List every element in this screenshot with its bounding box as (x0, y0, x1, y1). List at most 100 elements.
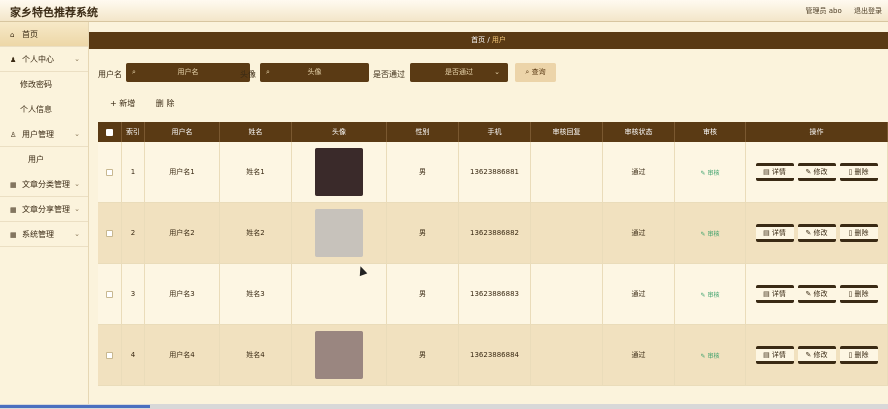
breadcrumb-home[interactable]: 首页 (471, 36, 485, 44)
edit-button[interactable]: ✎ 修改 (797, 346, 836, 364)
col-gender: 性别 (387, 122, 459, 142)
breadcrumb-current: 用户 (491, 36, 506, 44)
sidebar-item-users[interactable]: 用户 (0, 147, 88, 172)
sidebar-item-article-share[interactable]: ▦ 文章分享管理 ⌄ (0, 197, 88, 222)
cell-ops: ▤ 详情 ✎ 修改 ▯ 删除 (746, 203, 888, 263)
col-avatar: 头像 (292, 122, 387, 142)
cell-username: 用户名2 (145, 203, 220, 263)
home-icon: ⌂ (10, 31, 15, 39)
row-select-cell (98, 264, 122, 324)
chevron-down-icon: ⌄ (74, 130, 80, 138)
cell-phone: 13623886884 (459, 325, 531, 385)
approved-select[interactable]: 是否通过 ⌄ (410, 63, 508, 82)
chevron-down-icon: ⌄ (74, 180, 80, 188)
cell-avatar (292, 325, 387, 385)
cell-ops: ▤ 详情 ✎ 修改 ▯ 删除 (746, 264, 888, 324)
cell-username: 用户名1 (145, 142, 220, 202)
scrollbar-thumb[interactable] (0, 405, 150, 408)
cell-status: 通过 (603, 142, 675, 202)
row-select-cell (98, 203, 122, 263)
detail-button[interactable]: ▤ 详情 (755, 224, 794, 242)
audit-link[interactable]: ✎ 审核 (701, 168, 720, 177)
username-input[interactable]: ⌕ 用户名 (126, 63, 250, 82)
sidebar-item-profile[interactable]: ♟ 个人中心 ⌄ (0, 47, 88, 72)
grid-icon: ▦ (10, 206, 17, 214)
table-body: 1 用户名1 姓名1 男 13623886881 通过 ✎ 审核 ▤ 详情 ✎ 修改 ▯ 删除 2 用… (98, 142, 888, 386)
cell-index: 3 (122, 264, 145, 324)
detail-button[interactable]: ▤ 详情 (755, 285, 794, 303)
sidebar-item-system[interactable]: ▦ 系统管理 ⌄ (0, 222, 88, 247)
detail-button[interactable]: ▤ 详情 (755, 346, 794, 364)
cell-audit: ✎ 审核 (675, 264, 746, 324)
edit-button[interactable]: ✎ 修改 (797, 285, 836, 303)
col-name: 姓名 (220, 122, 292, 142)
avatar (315, 209, 363, 257)
sidebar-item-personal-info[interactable]: 个人信息 (0, 97, 88, 122)
chevron-down-icon: ⌄ (494, 68, 500, 76)
col-index: 索引 (122, 122, 145, 142)
avatar-input[interactable]: ⌕ 头像 (260, 63, 369, 82)
cell-name: 姓名1 (220, 142, 292, 202)
cell-audit: ✎ 审核 (675, 325, 746, 385)
cell-reply (531, 325, 603, 385)
audit-link[interactable]: ✎ 审核 (701, 290, 720, 299)
cell-status: 通过 (603, 203, 675, 263)
delete-row-button[interactable]: ▯ 删除 (839, 224, 878, 242)
delete-button[interactable]: 删 除 (156, 99, 175, 108)
username-label: 用户名 (98, 70, 122, 79)
row-checkbox[interactable] (106, 351, 113, 359)
audit-link[interactable]: ✎ 审核 (701, 229, 720, 238)
table-header: 索引 用户名 姓名 头像 性别 手机 审核回复 审核状态 审核 操作 (98, 122, 888, 142)
cell-username: 用户名3 (145, 264, 220, 324)
table-row: 1 用户名1 姓名1 男 13623886881 通过 ✎ 审核 ▤ 详情 ✎ 修改 ▯ 删除 (98, 142, 888, 203)
col-phone: 手机 (459, 122, 531, 142)
avatar-label: 头像 (240, 70, 256, 79)
logout-link[interactable]: 退出登录 (854, 7, 882, 15)
audit-link[interactable]: ✎ 审核 (701, 351, 720, 360)
horizontal-scrollbar[interactable] (0, 404, 888, 409)
user-table: 索引 用户名 姓名 头像 性别 手机 审核回复 审核状态 审核 操作 1 用户名1… (98, 122, 888, 386)
cell-avatar (292, 142, 387, 202)
cell-audit: ✎ 审核 (675, 203, 746, 263)
cell-phone: 13623886883 (459, 264, 531, 324)
cell-reply (531, 142, 603, 202)
cell-status: 通过 (603, 264, 675, 324)
row-checkbox[interactable] (106, 290, 113, 298)
delete-row-button[interactable]: ▯ 删除 (839, 285, 878, 303)
cell-avatar (292, 203, 387, 263)
delete-row-button[interactable]: ▯ 删除 (839, 346, 878, 364)
row-checkbox[interactable] (106, 168, 113, 176)
chevron-down-icon: ⌄ (74, 55, 80, 63)
sidebar-item-change-password[interactable]: 修改密码 (0, 72, 88, 97)
row-select-cell (98, 325, 122, 385)
app-title: 家乡特色推荐系统 (10, 6, 98, 19)
edit-button[interactable]: ✎ 修改 (797, 224, 836, 242)
row-checkbox[interactable] (106, 229, 113, 237)
chevron-down-icon: ⌄ (74, 205, 80, 213)
cell-ops: ▤ 详情 ✎ 修改 ▯ 删除 (746, 325, 888, 385)
delete-row-button[interactable]: ▯ 删除 (839, 163, 878, 181)
cell-reply (531, 264, 603, 324)
query-button[interactable]: ⌕ 查询 (515, 63, 556, 82)
detail-button[interactable]: ▤ 详情 (755, 163, 794, 181)
col-username: 用户名 (145, 122, 220, 142)
sidebar-item-home[interactable]: ⌂ 首页 (0, 22, 88, 47)
row-select-cell (98, 142, 122, 202)
sidebar-item-user-manage[interactable]: ♙ 用户管理 ⌄ (0, 122, 88, 147)
table-row: 4 用户名4 姓名4 男 13623886884 通过 ✎ 审核 ▤ 详情 ✎ 修改 ▯ 删除 (98, 325, 888, 386)
cell-gender: 男 (387, 203, 459, 263)
table-row: 2 用户名2 姓名2 男 13623886882 通过 ✎ 审核 ▤ 详情 ✎ 修改 ▯ 删除 (98, 203, 888, 264)
cell-avatar (292, 264, 387, 324)
select-all-checkbox[interactable] (106, 128, 113, 136)
add-button[interactable]: + 新增 (110, 99, 135, 108)
cell-ops: ▤ 详情 ✎ 修改 ▯ 删除 (746, 142, 888, 202)
cell-name: 姓名4 (220, 325, 292, 385)
sidebar: ⌂ 首页 ♟ 个人中心 ⌄ 修改密码 个人信息 ♙ 用户管理 ⌄ 用户 ▦ 文章分类管理… (0, 22, 89, 409)
cell-audit: ✎ 审核 (675, 142, 746, 202)
cell-index: 4 (122, 325, 145, 385)
sidebar-item-article-category[interactable]: ▦ 文章分类管理 ⌄ (0, 172, 88, 197)
cell-gender: 男 (387, 325, 459, 385)
edit-button[interactable]: ✎ 修改 (797, 163, 836, 181)
breadcrumb: 首页 / 用户 (89, 32, 888, 49)
cell-gender: 男 (387, 142, 459, 202)
